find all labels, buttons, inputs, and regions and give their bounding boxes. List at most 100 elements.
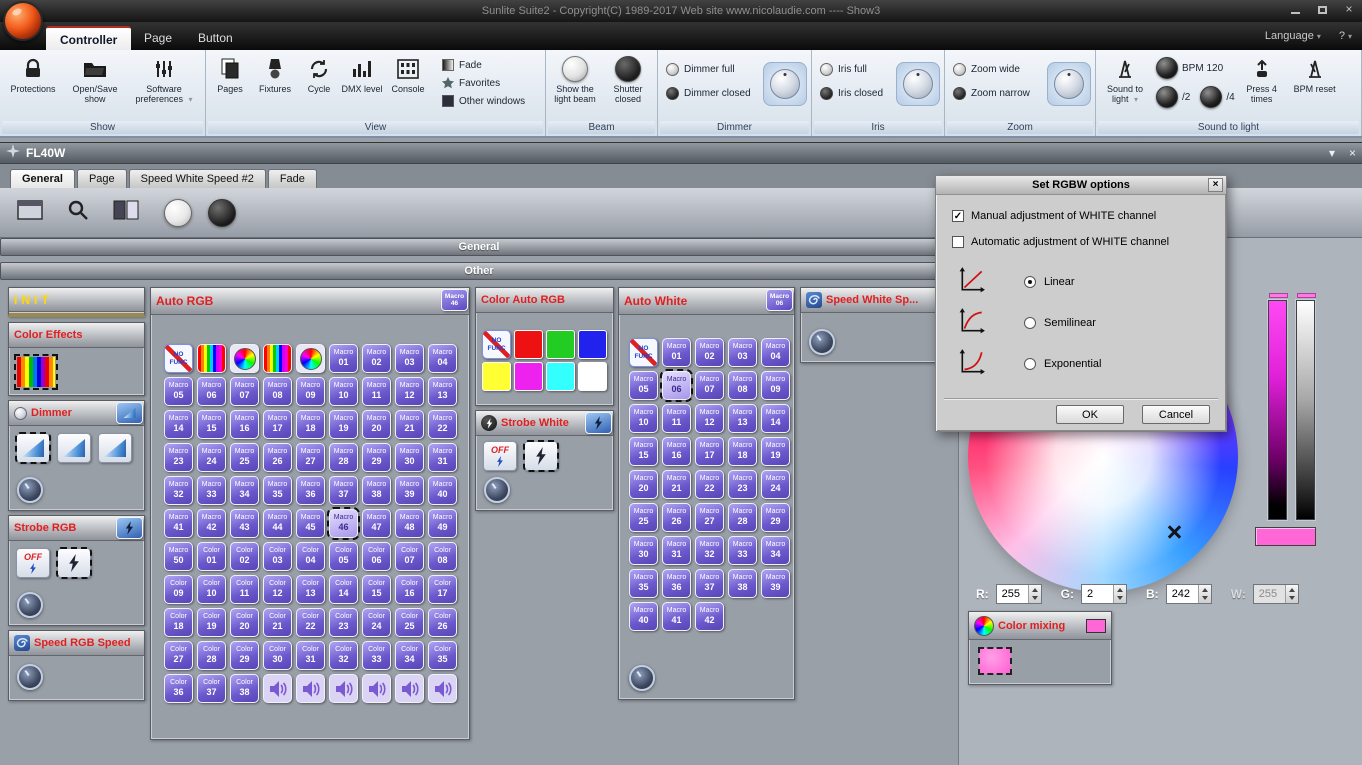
ok-button[interactable]: OK (1056, 405, 1124, 424)
color-button[interactable]: Color30 (263, 641, 292, 670)
gradient-icon[interactable] (197, 344, 226, 373)
color-swatch[interactable] (578, 362, 607, 391)
favorites-toggle[interactable]: Favorites (442, 77, 525, 89)
open-save-show-button[interactable]: Open/Save show (64, 52, 126, 121)
protections-button[interactable]: Protections (2, 52, 64, 121)
macro-button[interactable]: Macro21 (395, 410, 424, 439)
macro-button[interactable]: Macro09 (296, 377, 325, 406)
no-func-button[interactable]: NOFUNC (629, 338, 658, 367)
color-button[interactable]: Color38 (230, 674, 259, 703)
color-swatch[interactable] (514, 362, 543, 391)
macro-button[interactable]: Macro48 (395, 509, 424, 538)
automatic-white-checkbox[interactable] (952, 236, 964, 248)
strobe-on-button[interactable] (57, 548, 91, 578)
spinner-arrows[interactable] (1113, 585, 1126, 603)
color-button[interactable]: Color12 (263, 575, 292, 604)
macro-button[interactable]: Macro35 (629, 569, 658, 598)
color-button[interactable]: Color24 (362, 608, 391, 637)
panel-title[interactable]: INIT (14, 293, 53, 307)
mixing-preset-button[interactable] (979, 648, 1011, 674)
macro-button[interactable]: Macro18 (296, 410, 325, 439)
macro-button[interactable]: Macro29 (362, 443, 391, 472)
macro-button[interactable]: Macro44 (263, 509, 292, 538)
macro-button[interactable]: Macro32 (695, 536, 724, 565)
g-input[interactable]: 2 (1081, 584, 1127, 604)
tab-button[interactable]: Button (184, 26, 247, 50)
section-bar-general[interactable]: General (0, 238, 958, 256)
color-button[interactable]: Color16 (395, 575, 424, 604)
no-func-button[interactable]: NOFUNC (482, 330, 511, 359)
dimmer-closed-option[interactable]: Dimmer closed (666, 87, 761, 100)
speed-rgb-knob[interactable] (17, 664, 43, 690)
macro-button[interactable]: Macro22 (428, 410, 457, 439)
iris-full-option[interactable]: Iris full (820, 63, 894, 76)
bpm-reset-button[interactable]: BPM reset (1289, 52, 1341, 121)
cycle-button[interactable]: Cycle (298, 52, 340, 121)
macro-button[interactable]: Macro11 (362, 377, 391, 406)
macro-button[interactable]: Macro33 (728, 536, 757, 565)
color-button[interactable]: Color09 (164, 575, 193, 604)
maximize-icon[interactable] (1315, 3, 1329, 17)
macro-button[interactable]: Macro25 (230, 443, 259, 472)
shutter-closed-button[interactable]: Shutter closed (602, 52, 654, 121)
macro-button[interactable]: Macro43 (230, 509, 259, 538)
macro-button[interactable]: Macro05 (629, 371, 658, 400)
macro-button[interactable]: Macro40 (428, 476, 457, 505)
macro-button[interactable]: Macro01 (662, 338, 691, 367)
macro-button[interactable]: Macro31 (428, 443, 457, 472)
auto-white-knob[interactable] (629, 665, 655, 691)
app-logo-icon[interactable] (3, 1, 43, 41)
tab-page-2[interactable]: Page (77, 169, 127, 188)
spinner-arrows[interactable] (1198, 585, 1211, 603)
color-button[interactable]: Color35 (428, 641, 457, 670)
beam-closed-button[interactable] (208, 199, 236, 227)
zoom-button[interactable] (60, 194, 96, 232)
color-fader[interactable] (1268, 300, 1287, 520)
tab-fade[interactable]: Fade (268, 169, 317, 188)
color-button[interactable]: Color28 (197, 641, 226, 670)
minimize-icon[interactable] (1288, 3, 1302, 17)
macro-button[interactable]: Macro37 (329, 476, 358, 505)
macro-button[interactable]: Macro24 (197, 443, 226, 472)
strobe-off-button[interactable]: OFF (16, 548, 50, 578)
sound-to-light-button[interactable]: Sound to light ▾ (1098, 52, 1152, 121)
macro-button[interactable]: Macro26 (662, 503, 691, 532)
dimmer-preset-button[interactable] (16, 433, 50, 463)
macro-button[interactable]: Macro19 (761, 437, 790, 466)
macro-button[interactable]: Macro02 (695, 338, 724, 367)
dimmer-preset-button[interactable] (57, 433, 91, 463)
macro-button[interactable]: Macro36 (662, 569, 691, 598)
macro-button[interactable]: Macro15 (629, 437, 658, 466)
color-button[interactable]: Color17 (428, 575, 457, 604)
color-button[interactable]: Color05 (329, 542, 358, 571)
speaker-button[interactable] (329, 674, 358, 703)
dimmer-knob[interactable] (763, 62, 807, 106)
software-preferences-button[interactable]: Software preferences ▾ (126, 52, 202, 121)
color-button[interactable]: Color13 (296, 575, 325, 604)
macro-button[interactable]: Macro14 (164, 410, 193, 439)
macro-button[interactable]: Macro38 (728, 569, 757, 598)
macro-button[interactable]: Macro30 (395, 443, 424, 472)
fade-toggle[interactable]: Fade (442, 59, 525, 71)
macro-button[interactable]: Macro37 (695, 569, 724, 598)
show-light-beam-button[interactable]: Show the light beam (548, 52, 602, 121)
bpm-div2-knob[interactable] (1156, 86, 1178, 108)
color-button[interactable]: Color26 (428, 608, 457, 637)
speaker-button[interactable] (362, 674, 391, 703)
macro-button[interactable]: Macro35 (263, 476, 292, 505)
macro-button[interactable]: Macro03 (395, 344, 424, 373)
color-button[interactable]: Color22 (296, 608, 325, 637)
dialog-titlebar[interactable]: Set RGBW options × (936, 176, 1226, 195)
b-input[interactable]: 242 (1166, 584, 1212, 604)
color-button[interactable]: Color01 (197, 542, 226, 571)
linear-radio[interactable] (1024, 276, 1036, 288)
macro-button[interactable]: Macro23 (164, 443, 193, 472)
macro-button[interactable]: Macro39 (395, 476, 424, 505)
dimmer-preset-button[interactable] (98, 433, 132, 463)
macro-button[interactable]: Macro04 (428, 344, 457, 373)
color-button[interactable]: Color27 (164, 641, 193, 670)
semilinear-radio[interactable] (1024, 317, 1036, 329)
speed-white-knob[interactable] (809, 329, 835, 355)
macro-button[interactable]: Macro19 (329, 410, 358, 439)
bpm-div4-knob[interactable] (1200, 86, 1222, 108)
